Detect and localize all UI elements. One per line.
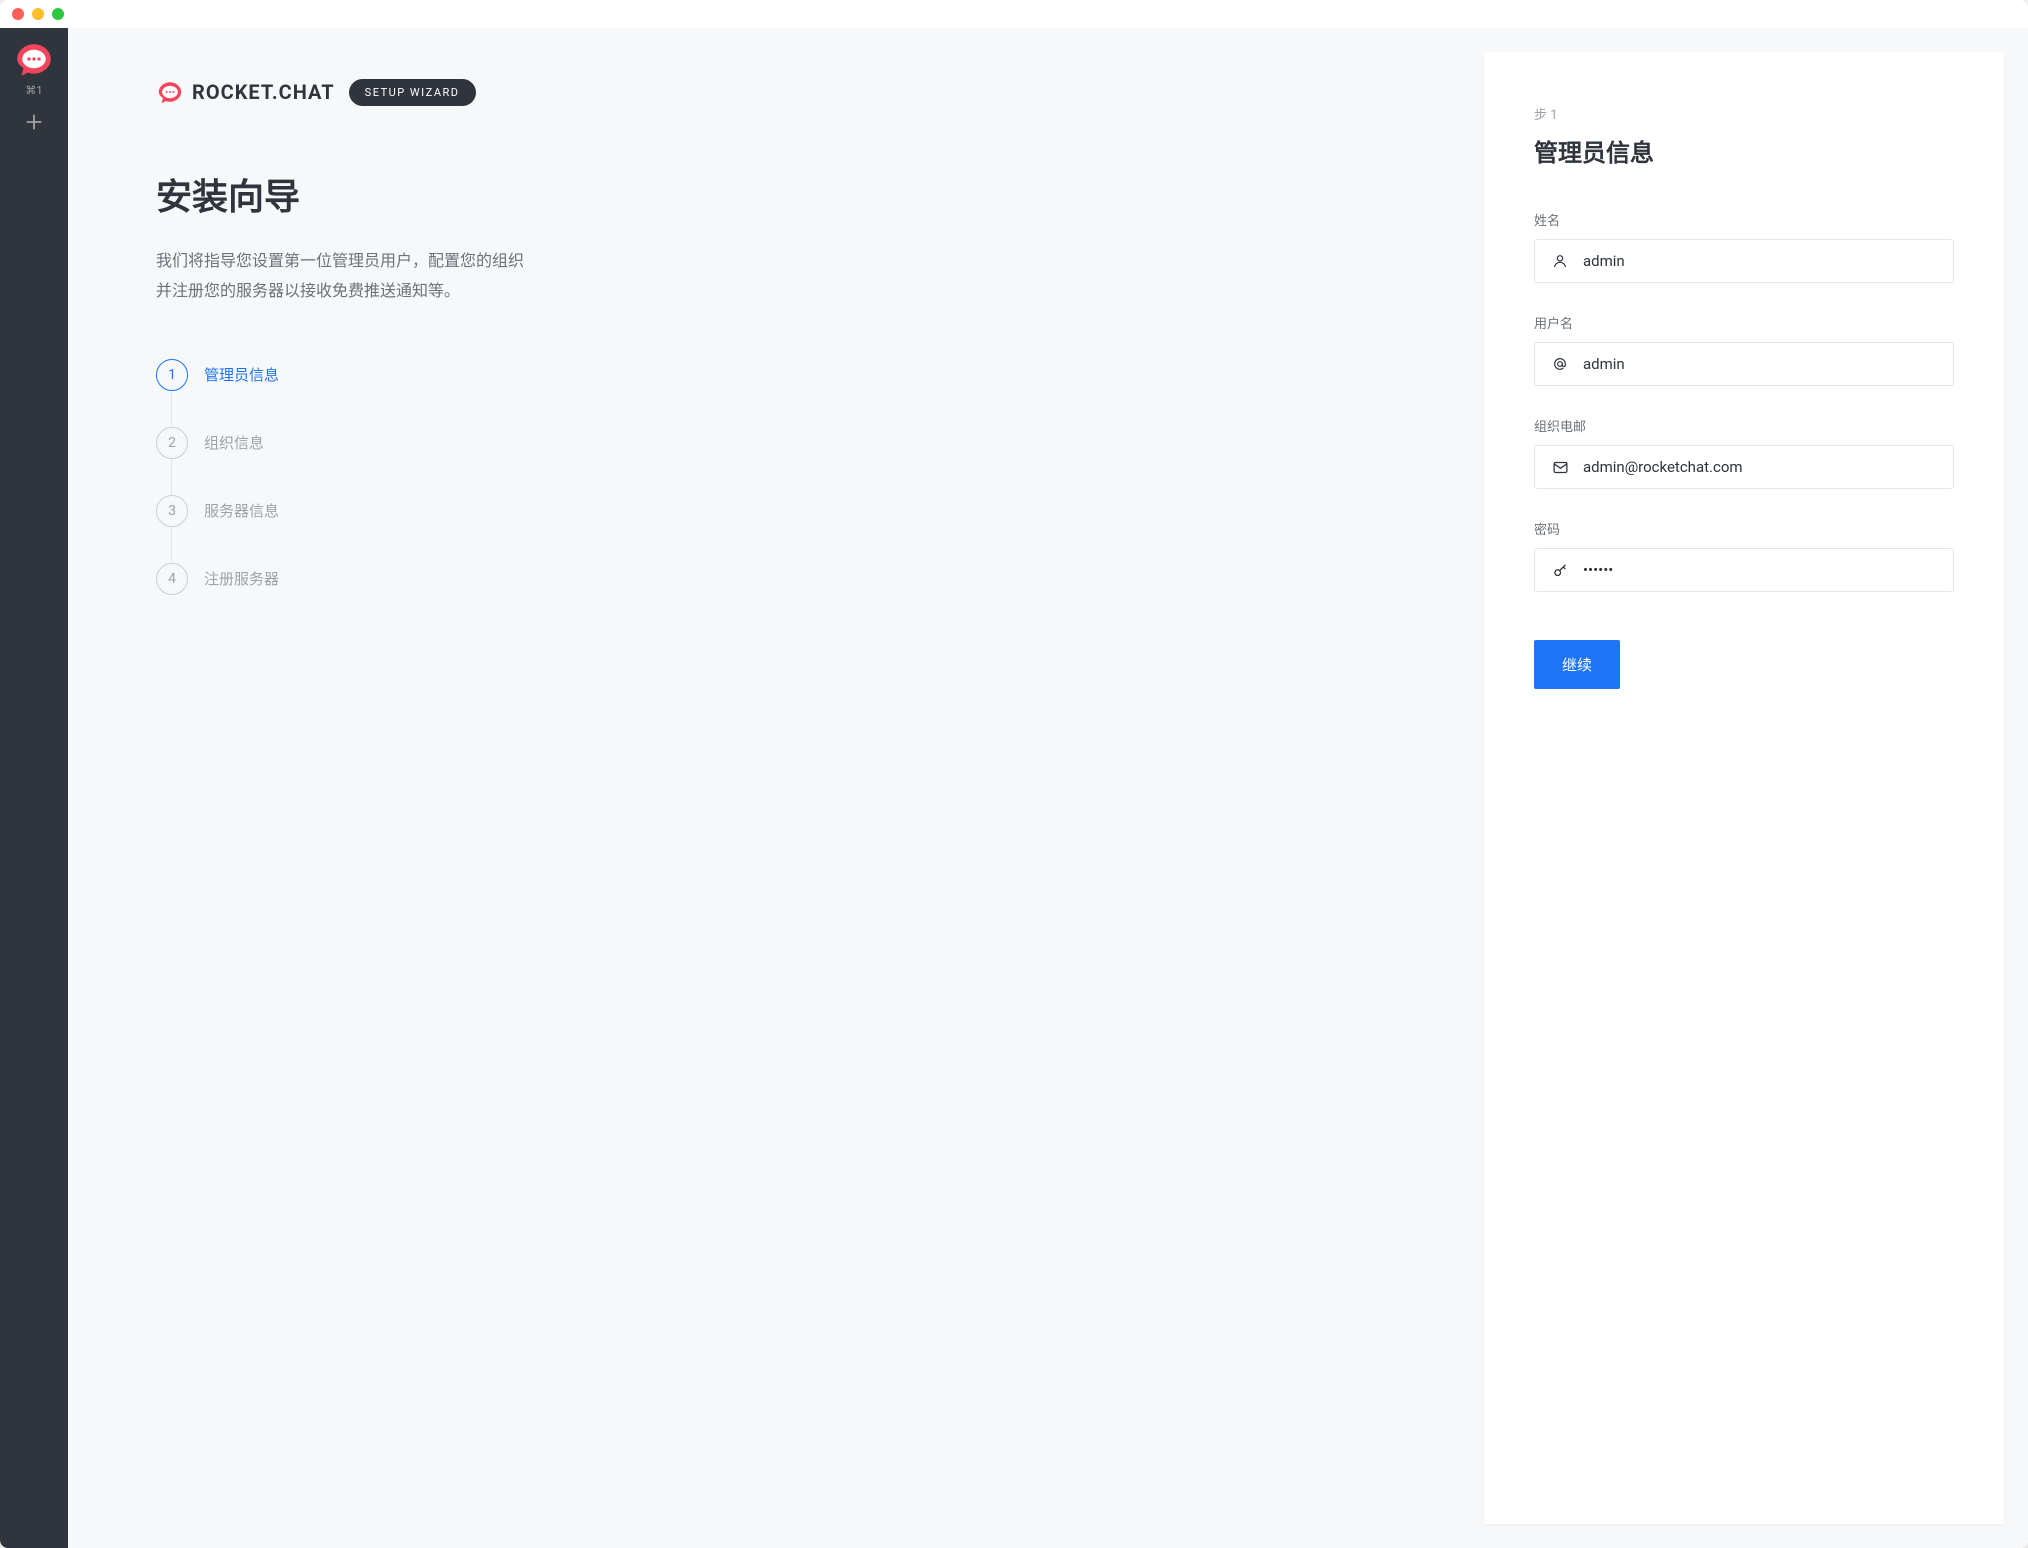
step-number: 2 — [156, 427, 188, 459]
server-item[interactable] — [11, 36, 57, 82]
step-label: 注册服务器 — [204, 568, 279, 589]
password-input[interactable] — [1583, 561, 1937, 579]
step-number: 4 — [156, 563, 188, 595]
user-icon — [1551, 253, 1569, 269]
username-label: 用户名 — [1534, 313, 1954, 332]
content: ⌘1 RO — [0, 28, 2028, 1548]
name-input[interactable] — [1583, 252, 1937, 270]
mail-icon — [1551, 459, 1569, 476]
close-window-button[interactable] — [12, 8, 24, 20]
name-input-wrap[interactable] — [1534, 239, 1954, 283]
field-email: 组织电邮 — [1534, 416, 1954, 489]
at-icon — [1551, 356, 1569, 372]
maximize-window-button[interactable] — [52, 8, 64, 20]
main-area: ROCKET.CHAT SETUP WIZARD 安装向导 我们将指导您设置第一… — [68, 28, 2028, 1548]
server-shortcut-label: ⌘1 — [25, 84, 42, 97]
step-label: 服务器信息 — [204, 500, 279, 521]
step-number: 1 — [156, 359, 188, 391]
step-number: 3 — [156, 495, 188, 527]
password-input-wrap[interactable] — [1534, 548, 1954, 592]
add-server-button[interactable] — [23, 111, 45, 133]
wizard-step-org-info[interactable]: 2 组织信息 — [156, 427, 1436, 495]
wizard-description: 我们将指导您设置第一位管理员用户，配置您的组织并注册您的服务器以接收免费推送通知… — [156, 246, 536, 307]
wizard-step-register-server[interactable]: 4 注册服务器 — [156, 563, 1436, 595]
email-input[interactable] — [1583, 458, 1937, 476]
app-window: ⌘1 RO — [0, 0, 2028, 1548]
name-label: 姓名 — [1534, 210, 1954, 229]
step-label: 管理员信息 — [204, 364, 279, 385]
wizard-info-panel: ROCKET.CHAT SETUP WIZARD 安装向导 我们将指导您设置第一… — [68, 28, 1484, 1548]
step-label: 组织信息 — [204, 432, 264, 453]
brand-row: ROCKET.CHAT SETUP WIZARD — [156, 78, 1436, 106]
step-indicator: 步 1 — [1534, 104, 1954, 123]
email-input-wrap[interactable] — [1534, 445, 1954, 489]
continue-button[interactable]: 继续 — [1534, 640, 1620, 689]
form-title: 管理员信息 — [1534, 133, 1954, 168]
wizard-step-server-info[interactable]: 3 服务器信息 — [156, 495, 1436, 563]
titlebar — [0, 0, 2028, 28]
username-input[interactable] — [1583, 355, 1937, 373]
wizard-title: 安装向导 — [156, 168, 1436, 220]
rocketchat-logo-icon — [156, 78, 184, 106]
key-icon — [1551, 562, 1569, 579]
setup-wizard-badge: SETUP WIZARD — [349, 79, 476, 106]
minimize-window-button[interactable] — [32, 8, 44, 20]
wizard-steps: 1 管理员信息 2 组织信息 3 服务器信息 4 注册服务器 — [156, 359, 1436, 595]
username-input-wrap[interactable] — [1534, 342, 1954, 386]
password-label: 密码 — [1534, 519, 1954, 538]
field-password: 密码 — [1534, 519, 1954, 592]
brand-logo: ROCKET.CHAT — [156, 78, 335, 106]
wizard-step-admin-info[interactable]: 1 管理员信息 — [156, 359, 1436, 427]
field-name: 姓名 — [1534, 210, 1954, 283]
email-label: 组织电邮 — [1534, 416, 1954, 435]
plus-icon — [23, 111, 45, 133]
brand-name: ROCKET.CHAT — [192, 80, 335, 104]
form-panel: 步 1 管理员信息 姓名 用户名 — [1484, 52, 2004, 1524]
field-username: 用户名 — [1534, 313, 1954, 386]
server-sidebar: ⌘1 — [0, 28, 68, 1548]
rocketchat-logo-icon — [13, 38, 55, 80]
